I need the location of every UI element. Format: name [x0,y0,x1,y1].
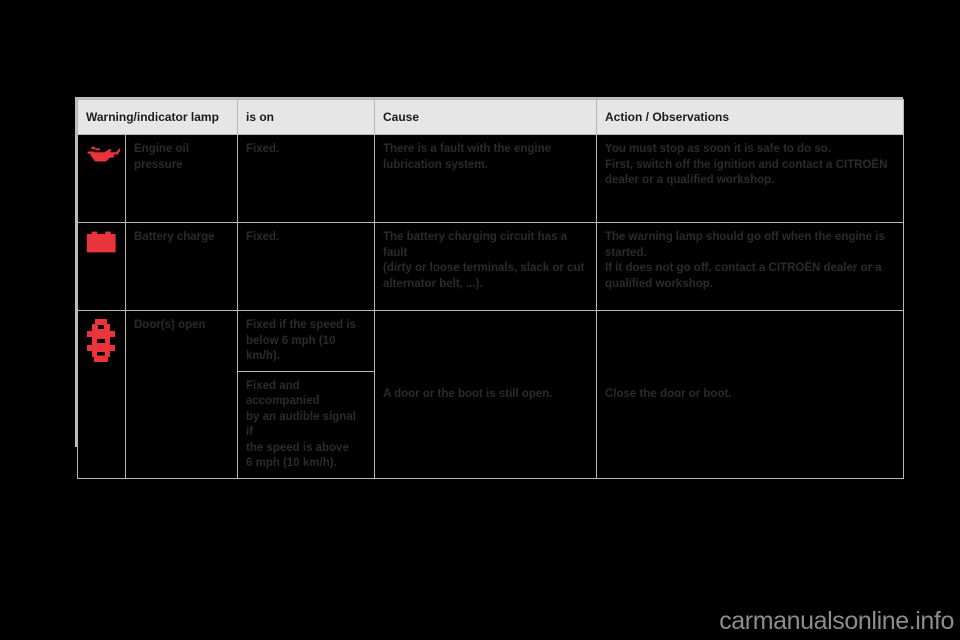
is-on-doors-open-high-speed: Fixed and accompanied by an audible sign… [237,370,375,479]
site-watermark: carmanualsonline.info [719,607,954,635]
action-line: The warning lamp should go off when the … [605,231,885,243]
cause-line: alternator belt, ...). [383,277,483,290]
battery-charge-icon-cell [77,222,126,311]
is-on-line: Fixed and accompanied [246,379,320,408]
is-on-line: the speed is above [246,441,349,454]
table-row: Door(s) open Fixed if the speed is below… [77,310,904,479]
warning-lamp-table: Warning/indicator lamp is on Cause Actio… [77,99,904,479]
action-line: started. [605,246,647,259]
column-header-is-on: is on [237,99,375,135]
cause-line: The battery charging circuit has a fault [383,231,568,259]
cause-doors-open: A door or the boot is still open. [374,310,597,479]
action-line: If it does not go off, contact a CITROËN… [605,262,882,275]
doors-open-icon [86,318,116,364]
is-on-line: 6 mph (10 km/h). [246,457,337,470]
action-doors-open: Close the door or boot. [596,310,904,479]
is-on-engine-oil-pressure: Fixed. [237,134,375,223]
action-battery-charge: The warning lamp should go off when the … [596,222,904,311]
is-on-line: below 6 mph (10 km/h). [246,334,336,363]
table-header: Warning/indicator lamp is on Cause Actio… [77,99,904,135]
cause-line: A door or the boot is still open. [383,388,553,401]
table-row: Engine oil pressure Fixed. There is a fa… [77,134,904,223]
table-row: Battery charge Fixed. The battery chargi… [77,222,904,311]
doors-open-icon-cell [77,310,126,479]
column-header-warning-lamp: Warning/indicator lamp [77,99,238,135]
is-on-line: Fixed. [246,231,280,243]
action-line: You must stop as soon it is safe to do s… [605,143,831,155]
action-engine-oil-pressure: You must stop as soon it is safe to do s… [596,134,904,223]
action-line: First, switch off the ignition and conta… [605,158,888,171]
table-body: Engine oil pressure Fixed. There is a fa… [77,134,904,479]
lamp-name-battery-charge: Battery charge [125,222,238,311]
lamp-name-doors-open: Door(s) open [125,310,238,479]
is-on-line: Fixed if the speed is [246,319,356,331]
lamp-name-engine-oil-pressure: Engine oil pressure [125,134,238,223]
battery-charge-icon [86,230,118,254]
cause-engine-oil-pressure: There is a fault with the engine lubrica… [374,134,597,223]
engine-oil-pressure-icon [86,142,121,164]
cause-line: (dirty or loose terminals, slack or cut [383,262,585,275]
column-header-cause: Cause [374,99,597,135]
action-line: dealer or a qualified workshop. [605,174,775,187]
warning-lamp-table-container: Warning/indicator lamp is on Cause Actio… [75,97,904,479]
cause-battery-charge: The battery charging circuit has a fault… [374,222,597,311]
table-header-row: Warning/indicator lamp is on Cause Actio… [77,99,904,135]
is-on-line: by an audible signal if [246,410,356,439]
action-line: qualified workshop. [605,277,713,290]
cause-line: There is a fault with the engine [383,143,552,155]
action-line: Close the door or boot. [605,388,732,401]
is-on-line: Fixed. [246,143,280,155]
is-on-doors-open-low-speed: Fixed if the speed is below 6 mph (10 km… [237,310,375,372]
is-on-battery-charge: Fixed. [237,222,375,311]
engine-oil-pressure-icon-cell [77,134,126,223]
column-header-action: Action / Observations [596,99,904,135]
cause-line: lubrication system. [383,158,488,171]
manual-page: Warning/indicator lamp is on Cause Actio… [0,0,960,640]
